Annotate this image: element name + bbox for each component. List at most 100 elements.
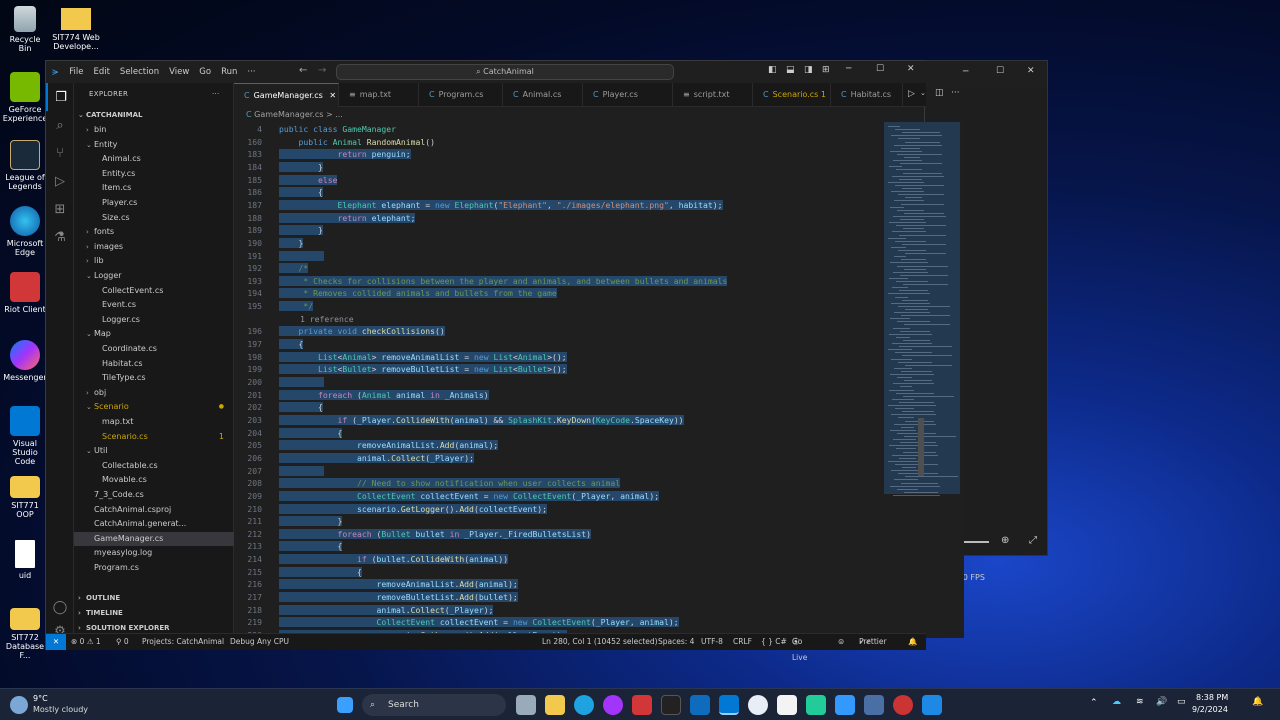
code-editor[interactable]: 4 public class GameManager 160 public Anim…	[234, 122, 884, 638]
project-indicator[interactable]: Projects: CatchAnimal	[142, 634, 224, 650]
tree-folder[interactable]: › lib	[74, 254, 234, 269]
riot-taskbar-icon[interactable]	[632, 695, 652, 715]
tree-file[interactable]: Coordinate.cs	[74, 342, 234, 357]
tree-file[interactable]: map.txt	[74, 415, 234, 430]
code-line[interactable]: {	[279, 402, 323, 413]
tree-folder[interactable]: › fonts	[74, 225, 234, 240]
code-line[interactable]: {	[279, 541, 343, 552]
tab-player[interactable]: C Player.cs	[583, 83, 673, 107]
notepad-icon[interactable]	[922, 695, 942, 715]
outline-panel[interactable]: › OUTLINE	[74, 591, 234, 606]
menu-file[interactable]: File	[64, 67, 88, 77]
extensions-icon[interactable]: ⊞	[46, 195, 74, 223]
code-line[interactable]: foreach (Bullet bullet in _Player._Fired…	[279, 528, 591, 539]
code-line[interactable]: * Checks for collisions between the play…	[279, 275, 728, 286]
desktop-icon-sit772[interactable]: SIT772 Database F...	[2, 608, 48, 660]
code-line[interactable]: {	[279, 187, 323, 198]
run-debug-icon[interactable]: ▷	[46, 167, 74, 195]
taskbar-search[interactable]: ⌕ Search	[362, 694, 506, 716]
file-explorer-icon[interactable]	[545, 695, 565, 715]
close-icon[interactable]: ✕	[1027, 66, 1035, 76]
tree-file[interactable]: Animal.cs	[74, 152, 234, 167]
timeline-panel[interactable]: › TIMELINE	[74, 606, 234, 621]
customize-layout-icon[interactable]: ⊞	[822, 65, 830, 75]
code-line[interactable]: */	[279, 301, 314, 312]
code-line[interactable]: }	[279, 161, 323, 172]
more-actions-icon[interactable]: ···	[951, 88, 960, 98]
zoom-in-icon[interactable]: ⊕	[1001, 535, 1009, 546]
command-center[interactable]: ⌕ CatchAnimal	[336, 64, 674, 80]
m-app-icon[interactable]	[864, 695, 884, 715]
tree-file[interactable]: Program.cs	[74, 561, 234, 576]
code-line[interactable]: return penguin;	[279, 149, 411, 160]
tree-folder[interactable]: › images	[74, 240, 234, 255]
tree-file[interactable]: Collectable.cs	[74, 459, 234, 474]
tree-folder[interactable]: ⌄ Util	[74, 444, 234, 459]
tradingview-icon[interactable]	[661, 695, 681, 715]
build-config-indicator[interactable]: Debug Any CPU	[230, 634, 289, 650]
snipping-tool-icon[interactable]	[835, 695, 855, 715]
tree-file[interactable]: Entity.cs	[74, 167, 234, 182]
codelens-reference[interactable]: 1 reference	[300, 314, 354, 324]
search-view-icon[interactable]: ⌕	[46, 111, 74, 139]
language-indicator[interactable]: { } C#	[761, 634, 787, 650]
desktop-icon-league[interactable]: League of Legends	[2, 140, 48, 191]
desktop-icon-vscode[interactable]: Visual Studio Code	[2, 406, 48, 466]
code-line[interactable]: CollectEvent collectEvent = new CollectE…	[279, 617, 679, 628]
tree-file[interactable]: Event.cs	[74, 298, 234, 313]
run-icon[interactable]: ▷	[908, 89, 915, 99]
encoding-indicator[interactable]: UTF-8	[701, 634, 723, 650]
tab-map-txt[interactable]: ≡ map.txt	[339, 83, 419, 107]
code-line[interactable]: * Removes collided animals and bullets f…	[279, 288, 557, 299]
vscode-taskbar-icon[interactable]	[719, 695, 739, 715]
menu-selection[interactable]: Selection	[115, 67, 164, 77]
ports-indicator[interactable]: ⚲ 0	[116, 634, 129, 650]
code-line[interactable]: animal.Collect(_Player);	[279, 452, 474, 463]
code-line[interactable]: removeBulletList.Add(bullet);	[279, 592, 518, 603]
tree-file[interactable]: Habitat.cs	[74, 357, 234, 372]
tree-folder[interactable]: › obj	[74, 386, 234, 401]
menu-edit[interactable]: Edit	[88, 67, 114, 77]
maximize-button[interactable]: ☐	[876, 64, 884, 74]
code-line[interactable]	[279, 465, 324, 476]
indentation-indicator[interactable]: Spaces: 4	[658, 634, 694, 650]
notification-center-icon[interactable]: 🔔	[1252, 697, 1263, 707]
onedrive-icon[interactable]: ☁	[1112, 697, 1121, 707]
desktop-icon-sit774[interactable]: SIT774 Web Develope...	[46, 8, 106, 51]
tree-file[interactable]: Size.cs	[74, 211, 234, 226]
testing-icon[interactable]: ⚗	[46, 223, 74, 251]
toggle-sidebar-icon[interactable]: ◧	[768, 65, 777, 75]
paint-icon[interactable]	[777, 695, 797, 715]
code-line[interactable]: List<Animal> removeAnimalList = new List…	[279, 351, 567, 362]
menu-more[interactable]: ···	[242, 67, 260, 77]
menu-view[interactable]: View	[164, 67, 194, 77]
edge-taskbar-icon[interactable]	[574, 695, 594, 715]
recorder-icon[interactable]	[893, 695, 913, 715]
chevron-up-icon[interactable]: ⌃	[1090, 698, 1098, 708]
code-line[interactable]	[279, 250, 324, 261]
tree-file[interactable]: CatchAnimal.generat...	[74, 517, 234, 532]
notifications-bell-icon[interactable]: 🔔	[908, 634, 917, 650]
tree-folder[interactable]: ⌄ Logger	[74, 269, 234, 284]
eol-indicator[interactable]: CRLF	[733, 634, 752, 650]
tree-file[interactable]: myeasylog.log	[74, 546, 234, 561]
tree-file[interactable]: TileType.cs	[74, 371, 234, 386]
desktop-icon-recycle-bin[interactable]: Recycle Bin	[2, 6, 48, 53]
explorer-root[interactable]: ⌄ CATCHANIMAL	[74, 108, 234, 123]
toggle-panel-icon[interactable]: ⬓	[786, 65, 795, 75]
code-line[interactable]: public class GameManager	[279, 124, 396, 134]
tab-gamemanager[interactable]: C GameManager.cs ✕	[234, 83, 339, 107]
vertical-scrollbar[interactable]	[918, 418, 924, 476]
minimap[interactable]	[884, 122, 964, 638]
wifi-icon[interactable]: ≋	[1136, 697, 1144, 707]
fullscreen-icon[interactable]: ⤢	[1029, 535, 1037, 546]
tree-folder[interactable]: ⌄ Entity	[74, 138, 234, 153]
toggle-secondary-sidebar-icon[interactable]: ◨	[804, 65, 813, 75]
explorer-more-button[interactable]: ···	[212, 83, 220, 105]
tree-file[interactable]: GameManager.cs	[74, 531, 234, 547]
chevron-down-icon[interactable]: ⌄	[920, 89, 926, 97]
speaker-icon[interactable]: 🔊	[1156, 697, 1167, 707]
tree-file[interactable]: Item.cs	[74, 181, 234, 196]
code-line[interactable]: }	[279, 237, 304, 248]
tree-file[interactable]: Logger.cs	[74, 313, 234, 328]
